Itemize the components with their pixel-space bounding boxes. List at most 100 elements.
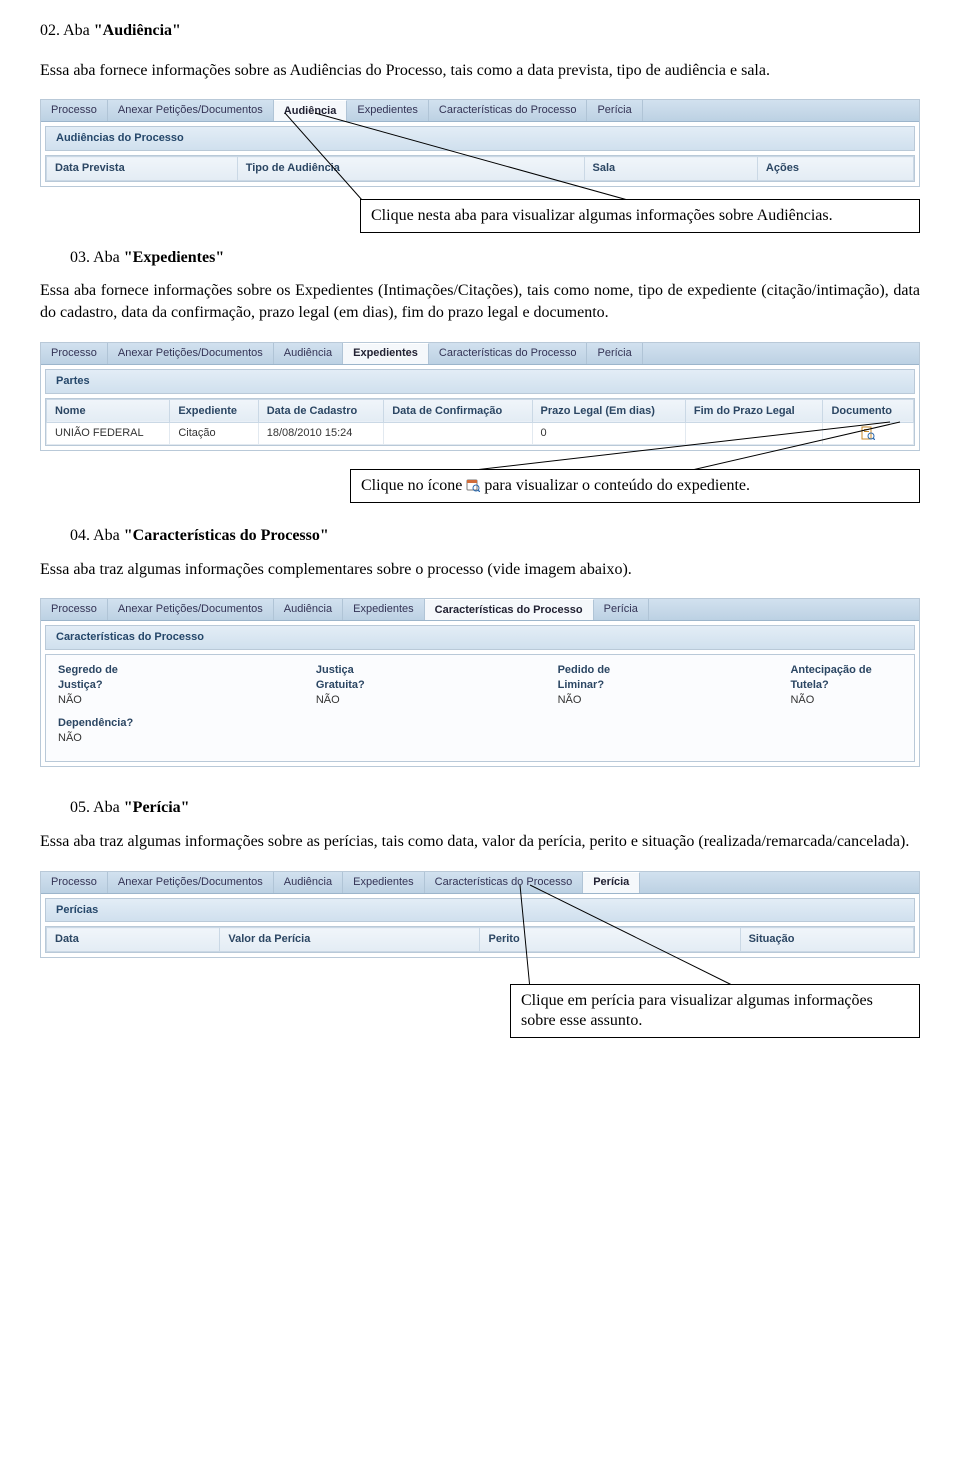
panel-title-audiencias: Audiências do Processo [45,126,915,151]
tab-expedientes-4[interactable]: Expedientes [343,872,425,893]
sec03-heading-prefix: 03. Aba [70,249,124,266]
col-fim-prazo: Fim do Prazo Legal [685,399,823,423]
tab-audiencia-2[interactable]: Audiência [274,343,343,364]
field-gratuita: Justiça Gratuita? NÃO [316,663,398,708]
panel-caracteristicas: Processo Anexar Petições/Documentos Audi… [40,598,920,767]
cell-nome: UNIÃO FEDERAL [47,423,170,445]
col-prazo: Prazo Legal (Em dias) [532,399,685,423]
col-data: Data [47,928,220,952]
panel-expedientes: Processo Anexar Petições/Documentos Audi… [40,342,920,452]
tab-pericia-4[interactable]: Perícia [583,872,640,893]
tabs-expedientes: Processo Anexar Petições/Documentos Audi… [41,343,919,365]
sec04-heading-quoted: "Características do Processo" [124,527,329,544]
table-audiencias: Data Prevista Tipo de Audiência Sala Açõ… [46,156,914,181]
tab-caracteristicas-3[interactable]: Características do Processo [425,599,594,620]
val-liminar: NÃO [558,693,651,708]
sec04-heading: 04. Aba "Características do Processo" [70,525,920,547]
col-data-prevista: Data Prevista [47,157,238,181]
col-valor: Valor da Perícia [220,928,480,952]
val-dependencia: NÃO [58,731,133,746]
cell-fim-prazo [685,423,823,445]
col-tipo-aud: Tipo de Audiência [237,157,584,181]
sec04-heading-prefix: 04. Aba [70,527,124,544]
col-sala: Sala [584,157,757,181]
col-acoes: Ações [757,157,913,181]
callout-aud: Clique nesta aba para visualizar algumas… [360,199,920,233]
panel-title-partes: Partes [45,369,915,394]
tab-expedientes[interactable]: Expedientes [347,100,429,121]
lbl-liminar: Pedido de Liminar? [558,663,651,693]
tab-caracteristicas-2[interactable]: Características do Processo [429,343,588,364]
tab-anexar[interactable]: Anexar Petições/Documentos [108,100,274,121]
table-pericias: Data Valor da Perícia Perito Situação [46,927,914,952]
col-doc: Documento [823,399,914,423]
sec02-para: Essa aba fornece informações sobre as Au… [40,60,920,82]
val-gratuita: NÃO [316,693,398,708]
document-icon[interactable] [861,426,875,440]
cell-prazo: 0 [532,423,685,445]
table-row: UNIÃO FEDERAL Citação 18/08/2010 15:24 0 [47,423,914,445]
tab-audiencia-4[interactable]: Audiência [274,872,343,893]
sec05-heading-quoted: "Perícia" [124,799,190,816]
tabs-pericia: Processo Anexar Petições/Documentos Audi… [41,872,919,894]
lbl-segredo: Segredo de Justiça? [58,663,156,693]
tab-processo-4[interactable]: Processo [41,872,108,893]
cell-cadastro: 18/08/2010 15:24 [258,423,384,445]
tab-caracteristicas[interactable]: Características do Processo [429,100,588,121]
field-segredo: Segredo de Justiça? NÃO [58,663,156,708]
col-situacao: Situação [740,928,913,952]
col-expediente: Expediente [170,399,258,423]
sec04-para: Essa aba traz algumas informações comple… [40,559,920,581]
sec02-heading: 02. Aba "Audiência" [40,20,920,42]
calendar-search-icon [466,478,480,492]
callout-aud-text: Clique nesta aba para visualizar algumas… [371,207,833,224]
val-tutela: NÃO [790,693,902,708]
lbl-gratuita: Justiça Gratuita? [316,663,398,693]
table-partes: Nome Expediente Data de Cadastro Data de… [46,399,914,446]
cell-doc[interactable] [823,423,914,445]
tab-processo-2[interactable]: Processo [41,343,108,364]
tab-expedientes-2[interactable]: Expedientes [343,343,429,364]
cell-expediente: Citação [170,423,258,445]
field-dependencia: Dependência? NÃO [58,716,133,746]
val-segredo: NÃO [58,693,156,708]
tab-audiencia-3[interactable]: Audiência [274,599,343,620]
callout-pericia-text: Clique em perícia para visualizar alguma… [521,992,873,1029]
col-nome: Nome [47,399,170,423]
tab-anexar-4[interactable]: Anexar Petições/Documentos [108,872,274,893]
tab-pericia-3[interactable]: Perícia [594,599,649,620]
callout-exp-after: para visualizar o conteúdo do expediente… [484,477,750,494]
sec05-para: Essa aba traz algumas informações sobre … [40,831,920,853]
tab-pericia[interactable]: Perícia [587,100,642,121]
panel-title-caracteristicas: Características do Processo [45,625,915,650]
sec02-heading-prefix: 02. Aba [40,22,94,39]
tab-anexar-3[interactable]: Anexar Petições/Documentos [108,599,274,620]
lbl-dependencia: Dependência? [58,716,133,731]
characteristics-body: Segredo de Justiça? NÃO Justiça Gratuita… [46,655,914,761]
callout-pericia: Clique em perícia para visualizar alguma… [510,984,920,1038]
lbl-tutela: Antecipação de Tutela? [790,663,902,693]
cell-confirm [384,423,532,445]
sec02-heading-quoted: "Audiência" [94,22,181,39]
tab-processo-3[interactable]: Processo [41,599,108,620]
panel-pericia: Processo Anexar Petições/Documentos Audi… [40,871,920,959]
tab-expedientes-3[interactable]: Expedientes [343,599,425,620]
callout-exp: Clique no ícone para visualizar o conteú… [350,469,920,503]
sec03-heading-quoted: "Expedientes" [124,249,224,266]
tab-processo[interactable]: Processo [41,100,108,121]
sec03-heading: 03. Aba "Expedientes" [70,247,920,269]
field-tutela: Antecipação de Tutela? NÃO [790,663,902,708]
tabs-caracteristicas: Processo Anexar Petições/Documentos Audi… [41,599,919,621]
tabs-audiencia: Processo Anexar Petições/Documentos Audi… [41,100,919,122]
panel-audiencia: Processo Anexar Petições/Documentos Audi… [40,99,920,187]
col-perito: Perito [480,928,740,952]
col-confirm: Data de Confirmação [384,399,532,423]
tab-audiencia[interactable]: Audiência [274,100,348,121]
tab-pericia-2[interactable]: Perícia [587,343,642,364]
sec03-para: Essa aba fornece informações sobre os Ex… [40,280,920,323]
tab-anexar-2[interactable]: Anexar Petições/Documentos [108,343,274,364]
panel-title-pericias: Perícias [45,898,915,923]
col-cadastro: Data de Cadastro [258,399,384,423]
tab-caracteristicas-4[interactable]: Características do Processo [425,872,584,893]
sec05-heading: 05. Aba "Perícia" [70,797,920,819]
